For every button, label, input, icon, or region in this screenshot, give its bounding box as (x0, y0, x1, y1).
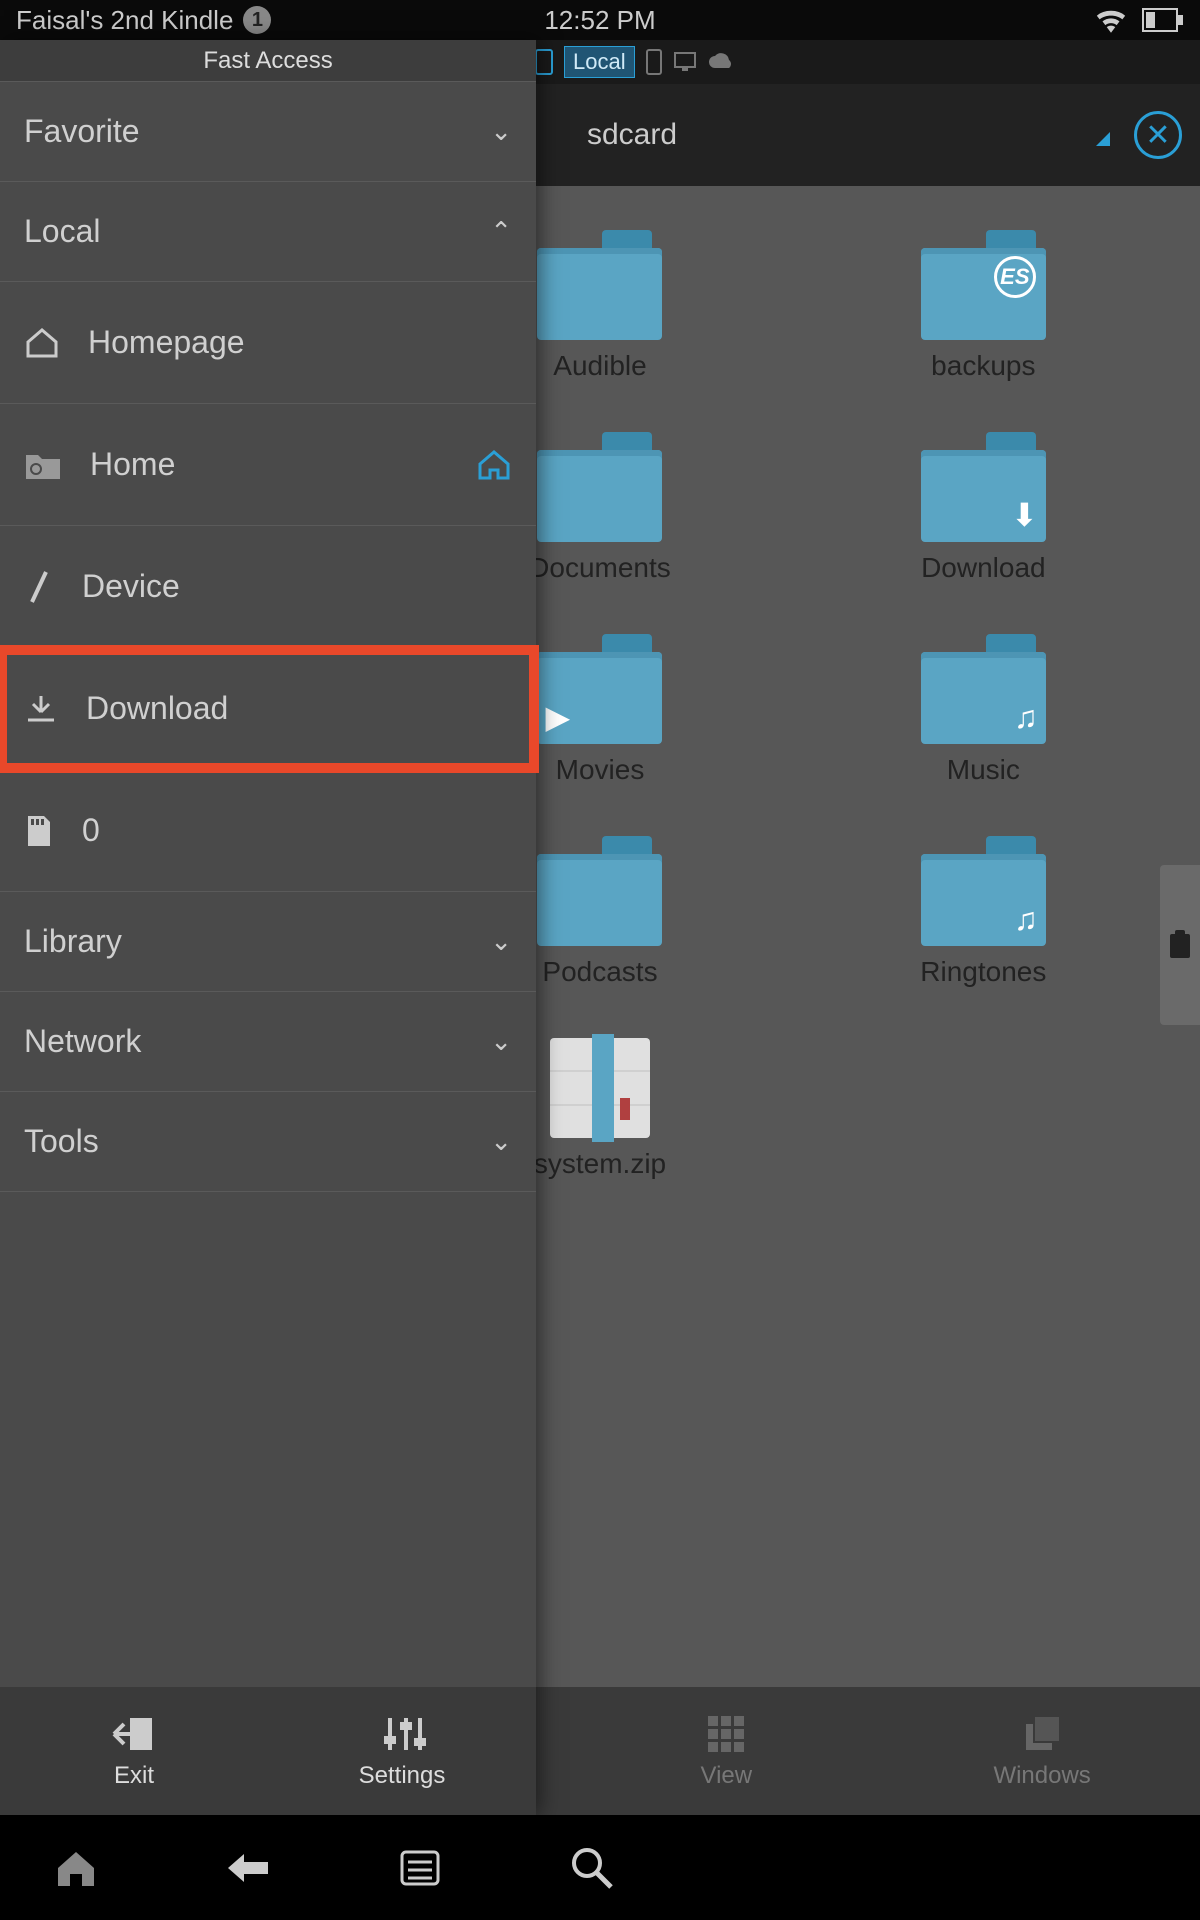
chevron-down-icon: ⌄ (490, 1126, 512, 1157)
exit-button[interactable]: Exit (0, 1687, 268, 1815)
sidebar-title: Fast Access (0, 40, 536, 82)
close-button[interactable]: ✕ (1134, 111, 1182, 159)
menu-icon (398, 1848, 442, 1888)
sidebar-spacer (0, 1192, 536, 1687)
music-note-icon: ♫ (1014, 699, 1038, 736)
folder-label: Movies (556, 754, 645, 786)
home-outline-icon (24, 326, 60, 360)
sidebar-item-sdcard[interactable]: 0 (0, 770, 536, 892)
folder-music[interactable]: ♫ Music (807, 634, 1160, 786)
phone-icon[interactable] (645, 49, 663, 75)
settings-label: Settings (359, 1762, 446, 1790)
sliders-icon (378, 1712, 426, 1756)
windows-label: Windows (993, 1762, 1090, 1790)
tablet-icon (534, 49, 554, 75)
grid-icon (704, 1712, 748, 1756)
sdcard-icon (24, 812, 54, 850)
section-label: Tools (24, 1123, 99, 1160)
folder-ringtones[interactable]: ♫ Ringtones (807, 836, 1160, 988)
folder-label: Documents (529, 552, 671, 584)
sidebar-item-label: Device (82, 568, 180, 605)
home-icon (52, 1846, 100, 1890)
tab-local-label: Local (573, 49, 626, 74)
nav-home-button[interactable] (50, 1842, 102, 1894)
folder-download[interactable]: ⬇ Download (807, 432, 1160, 584)
folder-backups[interactable]: ES backups (807, 230, 1160, 382)
section-label: Local (24, 213, 101, 250)
tab-local[interactable]: Local (564, 46, 635, 78)
folder-label: Podcasts (542, 956, 657, 988)
back-arrow-icon (224, 1850, 272, 1886)
folder-label: Audible (553, 350, 646, 382)
windows-button[interactable]: Windows (884, 1687, 1200, 1815)
section-label: Network (24, 1023, 141, 1060)
section-label: Library (24, 923, 122, 960)
chevron-up-icon: ⌃ (490, 216, 512, 247)
nav-back-button[interactable] (222, 1842, 274, 1894)
clipboard-tab[interactable] (1160, 865, 1200, 1025)
download-icon (24, 692, 58, 726)
folder-label: Download (921, 552, 1046, 584)
settings-button[interactable]: Settings (268, 1687, 536, 1815)
clipboard-icon (1167, 930, 1193, 960)
system-navbar (0, 1815, 1200, 1920)
wifi-icon (1094, 7, 1128, 33)
download-arrow-icon: ⬇ (1011, 496, 1038, 534)
dropdown-triangle-icon (1096, 132, 1110, 146)
search-icon (569, 1845, 615, 1891)
cloud-icon[interactable] (707, 52, 737, 72)
section-library[interactable]: Library ⌄ (0, 892, 536, 992)
slash-icon (24, 568, 54, 606)
status-bar: Faisal's 2nd Kindle 1 12:52 PM (0, 0, 1200, 40)
nav-menu-button[interactable] (394, 1842, 446, 1894)
windows-icon (1020, 1712, 1064, 1756)
exit-label: Exit (114, 1762, 154, 1790)
app-screen: Local sdcard ✕ Audible ES backups (0, 40, 1200, 1815)
chevron-down-icon: ⌄ (490, 1026, 512, 1057)
battery-icon (1142, 8, 1184, 32)
music-note-icon: ♫ (1014, 901, 1038, 938)
sidebar: Fast Access Favorite ⌄ Local ⌃ Homepage … (0, 40, 536, 1815)
section-favorite[interactable]: Favorite ⌄ (0, 82, 536, 182)
notification-count-badge: 1 (243, 6, 271, 34)
sidebar-actions: Exit Settings (0, 1687, 536, 1815)
nav-search-button[interactable] (566, 1842, 618, 1894)
sidebar-item-download[interactable]: Download (0, 648, 536, 770)
sidebar-item-label: Homepage (88, 324, 245, 361)
view-button[interactable]: View (568, 1687, 884, 1815)
file-label: system.zip (534, 1148, 666, 1180)
chevron-down-icon: ⌄ (490, 116, 512, 147)
folder-label: backups (931, 350, 1035, 382)
sidebar-item-device[interactable]: Device (0, 526, 536, 648)
sidebar-item-label: Download (86, 690, 228, 727)
sidebar-item-homepage[interactable]: Homepage (0, 282, 536, 404)
sidebar-item-label: Home (90, 446, 175, 483)
section-label: Favorite (24, 113, 140, 150)
lan-icon[interactable] (673, 51, 697, 73)
section-network[interactable]: Network ⌄ (0, 992, 536, 1092)
device-name: Faisal's 2nd Kindle (16, 5, 233, 36)
sidebar-item-home[interactable]: Home (0, 404, 536, 526)
home-active-icon (476, 448, 512, 482)
section-local[interactable]: Local ⌃ (0, 182, 536, 282)
folder-label: Ringtones (920, 956, 1046, 988)
clock: 12:52 PM (544, 5, 655, 36)
es-badge-icon: ES (994, 256, 1036, 298)
sidebar-item-label: 0 (82, 812, 100, 849)
exit-icon (110, 1712, 158, 1756)
path-current-label: sdcard (587, 118, 677, 151)
view-label: View (701, 1762, 753, 1790)
folder-icon (24, 449, 62, 481)
section-tools[interactable]: Tools ⌄ (0, 1092, 536, 1192)
chevron-down-icon: ⌄ (490, 926, 512, 957)
play-icon: ▶ (545, 698, 570, 736)
folder-label: Music (947, 754, 1020, 786)
